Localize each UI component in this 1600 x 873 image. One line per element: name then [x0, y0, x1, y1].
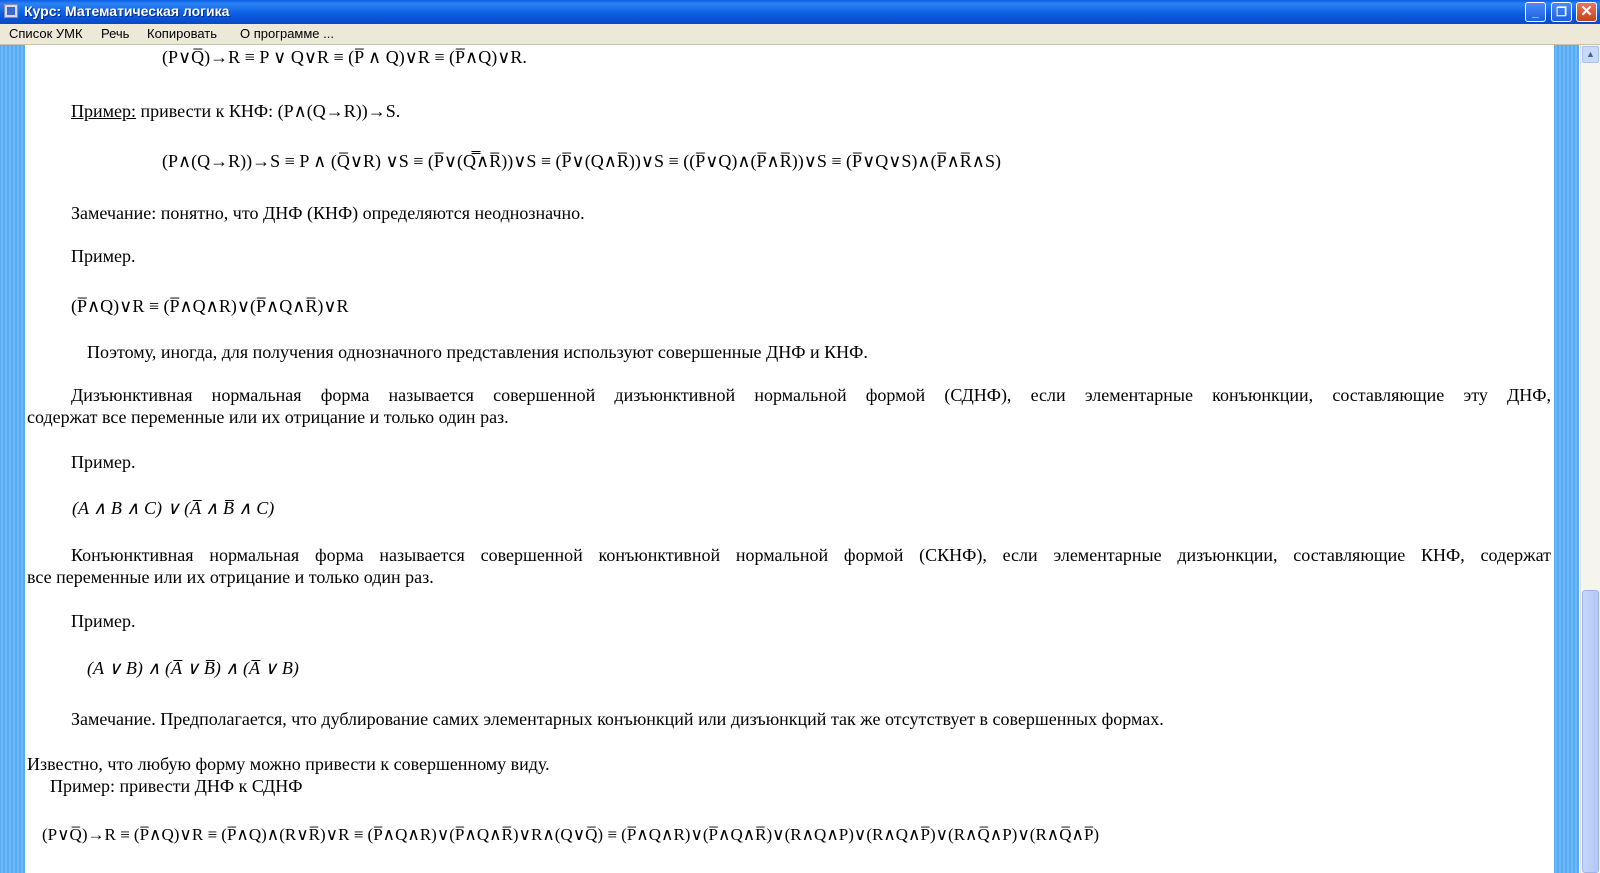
formula-knf: (P∧(Q→R))→S ≡ P ∧ (Q̅∨R) ∨S ≡ (P̅∨(Q̿∧R̅… [162, 151, 1001, 171]
example-knf: Пример: привести к КНФ: (P∧(Q→R))→S. [71, 100, 400, 122]
vertical-scrollbar[interactable]: ▲ [1580, 45, 1600, 873]
example-4-label: Пример: привести ДНФ к СДНФ [50, 776, 303, 796]
therefore-text: Поэтому, иногда, для получения однозначн… [87, 342, 868, 362]
menu-item-copy[interactable]: Копировать [147, 26, 217, 41]
formula-example-3: (A ∨ B) ∧ (A̅ ∨ B̅) ∧ (A̅ ∨ B) [87, 658, 299, 678]
close-button[interactable]: ✕ [1576, 2, 1597, 22]
menu-item-umk-list[interactable]: Список УМК [9, 26, 83, 41]
formula-example-1: (P̅∧Q)∨R ≡ (P̅∧Q∧R)∨(P̅∧Q∧R̅)∨R [71, 296, 349, 316]
remark-1: Замечание: понятно, что ДНФ (КНФ) опреде… [71, 203, 585, 223]
menu-item-speech[interactable]: Речь [101, 26, 129, 41]
example-3-label: Пример. [71, 611, 136, 631]
example-label: Пример: [71, 101, 137, 121]
app-icon [4, 4, 18, 18]
sdnf-definition-line-1: Дизъюнктивная нормальная форма называетс… [71, 385, 1551, 405]
sdnf-definition-line-2: содержат все переменные или их отрицание… [27, 407, 509, 427]
menu-item-about[interactable]: О программе ... [240, 26, 334, 41]
left-border-stripe [0, 45, 25, 873]
known-text: Известно, что любую форму можно привести… [27, 754, 550, 774]
example-knf-text: привести к КНФ: (P∧(Q→R))→S. [136, 101, 401, 121]
example-2-label: Пример. [71, 452, 136, 472]
formula-example-2: (A ∧ B ∧ C) ∨ (A̅ ∧ B̅ ∧ C) [72, 498, 275, 518]
right-border-stripe [1554, 45, 1579, 873]
lecture-content: (P∨Q̅)→R ≡ P ∨ Q∨R ≡ (P̅ ∧ Q)∨R ≡ (P̅∧Q)… [27, 45, 1552, 873]
example-1-label: Пример. [71, 246, 136, 266]
scroll-up-icon[interactable]: ▲ [1582, 46, 1599, 63]
remark-2: Замечание. Предполагается, что дублирова… [71, 709, 1164, 729]
scroll-thumb[interactable] [1582, 590, 1599, 873]
minimize-button[interactable]: _ [1525, 2, 1546, 22]
sknf-definition-line-1: Конъюнктивная нормальная форма называетс… [71, 545, 1551, 565]
formula-top: (P∨Q̅)→R ≡ P ∨ Q∨R ≡ (P̅ ∧ Q)∨R ≡ (P̅∧Q)… [162, 47, 527, 67]
menu-bar: Список УМК Речь Копировать О программе .… [0, 24, 1600, 45]
sknf-definition-line-2: все переменные или их отрицание и только… [27, 567, 434, 587]
formula-bottom: (P∨Q̅)→R ≡ (P̅∧Q)∨R ≡ (P̅∧Q)∧(R∨R̅)∨R ≡ … [42, 825, 1100, 844]
maximize-button[interactable]: ❐ [1551, 2, 1572, 22]
window-title: Курс: Математическая логика [24, 3, 230, 19]
title-bar: Курс: Математическая логика _ ❐ ✕ [0, 0, 1600, 24]
